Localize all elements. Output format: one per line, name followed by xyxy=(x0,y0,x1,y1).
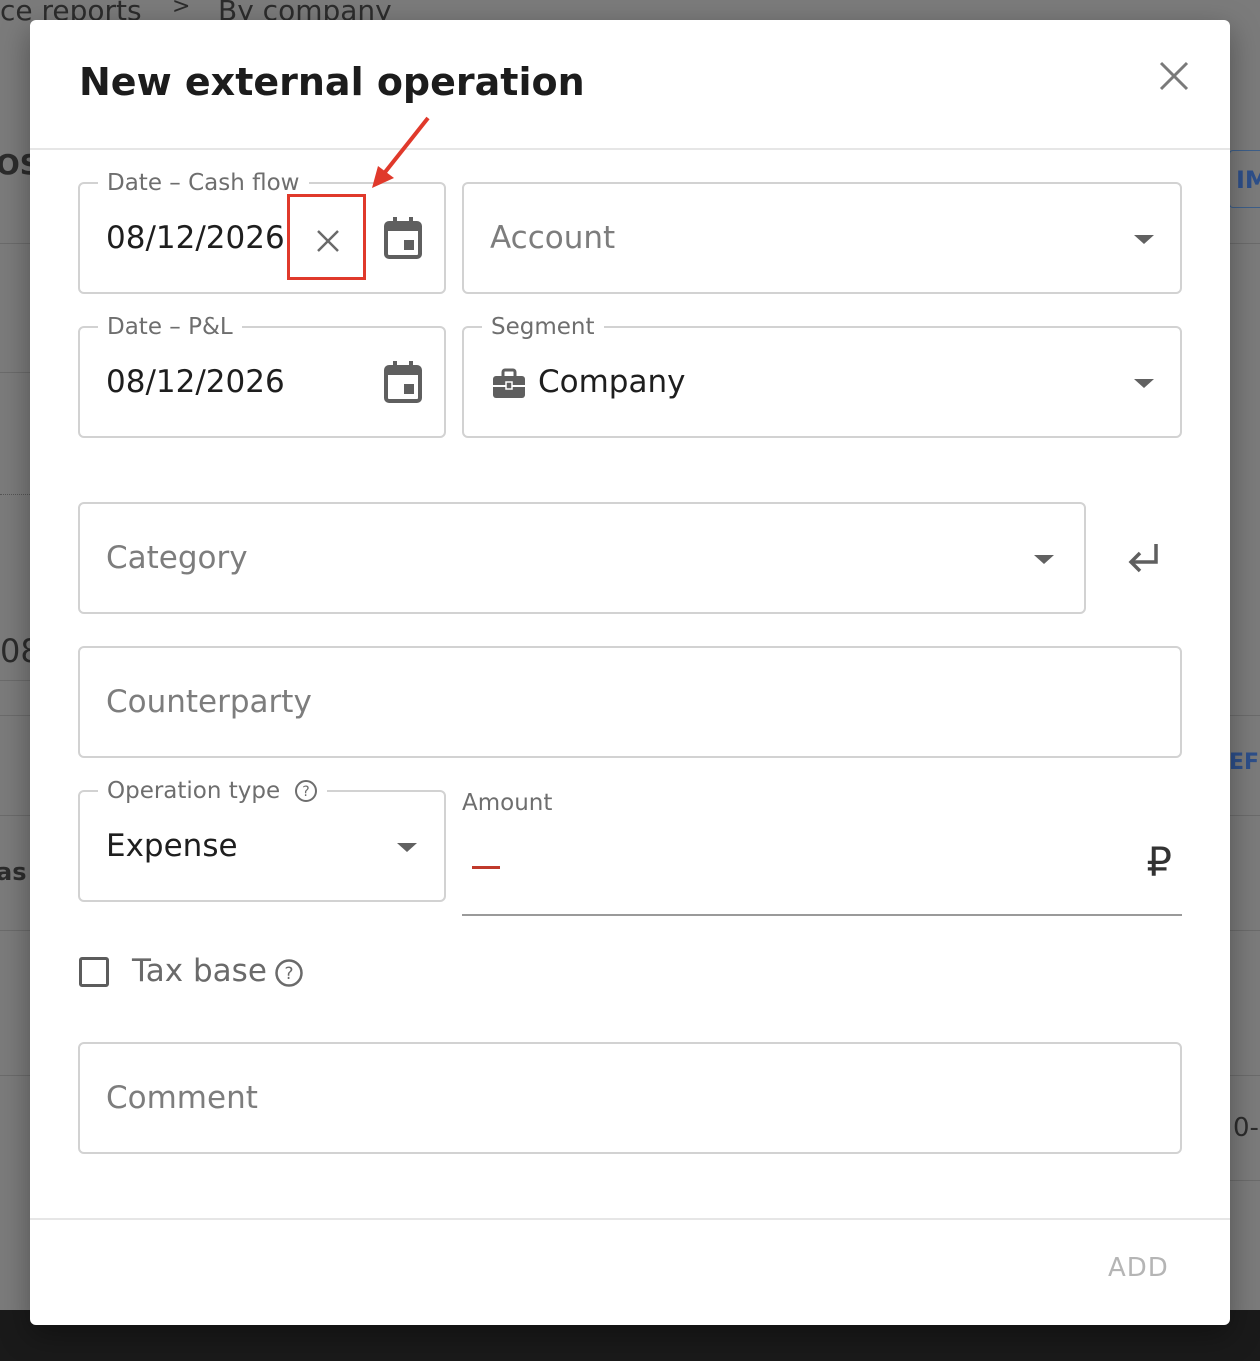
date-pl-value[interactable]: 08/12/2026 xyxy=(106,364,285,400)
segment-label: Segment xyxy=(482,312,604,342)
operation-type-label: Operation type ? xyxy=(98,776,328,806)
close-icon xyxy=(1159,61,1189,91)
date-pl-field[interactable]: Date – P&L 08/12/2026 xyxy=(78,312,446,438)
tax-base-checkbox[interactable] xyxy=(79,957,109,987)
tax-base-label: Tax base xyxy=(132,953,267,989)
operation-type-value: Expense xyxy=(106,828,238,864)
segment-select[interactable]: Segment Company xyxy=(462,312,1182,438)
category-select[interactable]: Category xyxy=(78,502,1086,614)
bg-fragment-0: 0- xyxy=(1233,1113,1259,1143)
chevron-down-icon xyxy=(397,843,417,852)
svg-text:?: ? xyxy=(284,964,293,984)
footer-divider xyxy=(30,1218,1230,1220)
add-button[interactable]: ADD xyxy=(1108,1253,1169,1283)
calendar-icon[interactable] xyxy=(383,360,423,404)
chevron-down-icon xyxy=(1034,555,1054,564)
category-placeholder: Category xyxy=(106,540,248,576)
calendar-icon[interactable] xyxy=(383,216,423,260)
bg-import-button: IM xyxy=(1229,150,1260,208)
counterparty-placeholder: Counterparty xyxy=(106,684,312,720)
breadcrumb-separator: > xyxy=(172,0,191,19)
chevron-down-icon xyxy=(1134,379,1154,388)
counterparty-field[interactable]: Counterparty xyxy=(78,646,1182,758)
account-placeholder: Account xyxy=(490,220,616,256)
annotation-highlight-box xyxy=(287,194,366,280)
date-pl-label: Date – P&L xyxy=(98,312,242,342)
header-divider xyxy=(30,148,1230,150)
close-button[interactable] xyxy=(1154,56,1194,96)
account-select[interactable]: Account xyxy=(462,182,1182,294)
enter-return-icon[interactable] xyxy=(1126,540,1162,576)
segment-value: Company xyxy=(538,364,686,400)
bg-fragment-as: as xyxy=(0,858,27,886)
briefcase-icon xyxy=(493,368,525,398)
chevron-down-icon xyxy=(1134,235,1154,244)
date-cash-flow-value[interactable]: 08/12/2026 xyxy=(106,220,285,256)
operation-type-select[interactable]: Operation type ? Expense xyxy=(78,776,446,902)
amount-input[interactable]: ₽ xyxy=(462,830,1182,916)
help-icon[interactable]: ? xyxy=(274,958,304,988)
ruble-currency: ₽ xyxy=(1146,840,1172,886)
bg-fragment-efr: EFR xyxy=(1229,750,1260,775)
minus-sign-icon xyxy=(472,866,500,869)
amount-label: Amount xyxy=(462,790,553,816)
svg-text:?: ? xyxy=(302,784,309,800)
help-icon[interactable]: ? xyxy=(294,779,318,803)
comment-placeholder: Comment xyxy=(106,1080,258,1116)
annotation-arrow-icon xyxy=(372,116,430,188)
dialog-title: New external operation xyxy=(79,60,585,104)
new-operation-dialog: New external operation Date – Cash flow … xyxy=(30,20,1230,1325)
comment-field[interactable]: Comment xyxy=(78,1042,1182,1154)
date-cash-flow-label: Date – Cash flow xyxy=(98,168,309,198)
